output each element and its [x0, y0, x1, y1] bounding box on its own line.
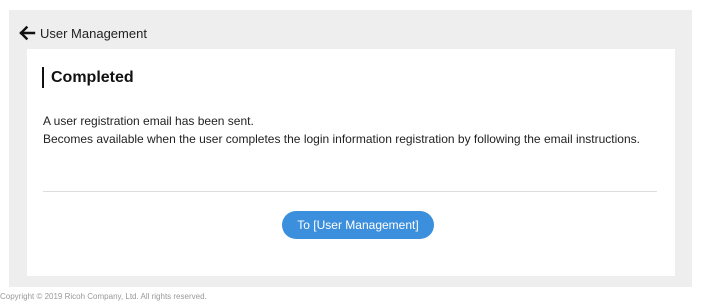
back-navigation[interactable]: User Management	[18, 21, 147, 45]
page-container: User Management Completed A user registr…	[9, 10, 692, 287]
divider	[43, 191, 657, 192]
page-title[interactable]: User Management	[40, 26, 147, 41]
message-line: Becomes available when the user complete…	[43, 132, 640, 146]
message-line: A user registration email has been sent.	[43, 114, 254, 128]
arrow-left-icon[interactable]	[18, 24, 36, 42]
to-user-management-button[interactable]: To [User Management]	[282, 211, 434, 239]
completion-card: Completed A user registration email has …	[27, 49, 675, 276]
card-heading: Completed	[42, 67, 134, 88]
copyright-text: Copyright © 2019 Ricoh Company, Ltd. All…	[0, 292, 207, 301]
completion-message: A user registration email has been sent.…	[43, 112, 653, 148]
